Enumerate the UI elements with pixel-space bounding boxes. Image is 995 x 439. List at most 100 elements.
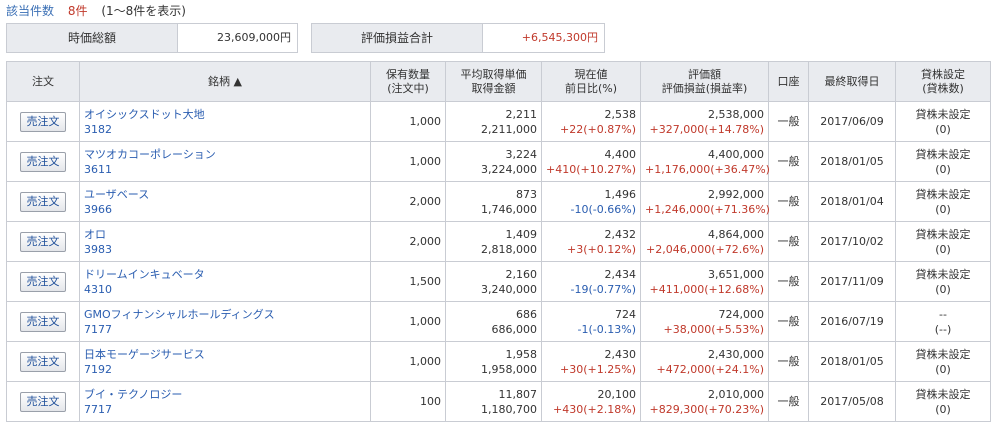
valuation-pl: +2,046,000(+72.6%): [646, 242, 764, 256]
table-row: 売注文 ドリームインキュベータ 4310 1,500 2,160 3,240,000 2,4…: [6, 261, 991, 302]
result-count: 該当件数 8件 (1～8件を表示): [6, 3, 186, 19]
value-cell: 2,538,000 +327,000(+14.78%): [640, 101, 769, 142]
current-price: 4,400: [604, 147, 637, 161]
cost-total: 3,224,000: [481, 162, 537, 176]
account-type: 一般: [777, 195, 800, 208]
last-acquired-date: 2017/05/08: [820, 395, 884, 408]
sell-order-button[interactable]: 売注文: [20, 111, 66, 132]
account-cell: 一般: [768, 181, 809, 222]
lend-setting: --: [939, 307, 947, 321]
value-cell: 2,010,000 +829,300(+70.23%): [640, 381, 769, 422]
price-change: -10(-0.66%): [570, 202, 636, 216]
lend-setting: 貸株未設定: [915, 147, 971, 161]
qty-cell: 2,000: [370, 181, 446, 222]
current-price: 724: [615, 307, 636, 321]
lend-cell: -- (--): [895, 301, 991, 342]
sell-order-button[interactable]: 売注文: [20, 311, 66, 332]
stock-cell: オロ 3983: [79, 221, 371, 262]
col-value: 評価額 評価損益(損益率): [640, 61, 769, 102]
price-cell: 20,100 +430(+2.18%): [541, 381, 641, 422]
stock-name-link[interactable]: オロ: [84, 227, 366, 242]
order-cell: 売注文: [6, 141, 80, 182]
result-range: (1～8件を表示): [101, 4, 186, 18]
sell-order-button[interactable]: 売注文: [20, 191, 66, 212]
pl-total-value: +6,545,300円: [483, 24, 604, 52]
price-cell: 2,434 -19(-0.77%): [541, 261, 641, 302]
valuation-pl: +1,176,000(+36.47%): [645, 162, 770, 176]
date-cell: 2017/06/09: [808, 101, 896, 142]
stock-code: 3966: [84, 202, 112, 216]
lend-count: (0): [935, 122, 951, 136]
stock-code: 7177: [84, 322, 112, 336]
date-cell: 2018/01/05: [808, 341, 896, 382]
stock-name-link[interactable]: ドリームインキュベータ: [84, 267, 366, 282]
price-cell: 1,496 -10(-0.66%): [541, 181, 641, 222]
lend-count: (0): [935, 202, 951, 216]
stock-name-link[interactable]: 日本モーゲージサービス: [84, 347, 366, 362]
price-change: +430(+2.18%): [553, 402, 636, 416]
valuation: 4,864,000: [708, 227, 764, 241]
cost-cell: 3,224 3,224,000: [445, 141, 542, 182]
lend-setting: 貸株未設定: [915, 187, 971, 201]
cost-cell: 2,211 2,211,000: [445, 101, 542, 142]
stock-code: 4310: [84, 282, 112, 296]
sell-order-button[interactable]: 売注文: [20, 151, 66, 172]
last-acquired-date: 2017/10/02: [820, 235, 884, 248]
stock-cell: 日本モーゲージサービス 7192: [79, 341, 371, 382]
stock-cell: ドリームインキュベータ 4310: [79, 261, 371, 302]
order-cell: 売注文: [6, 301, 80, 342]
col-qty: 保有数量 (注文中): [370, 61, 446, 102]
cost-total: 686,000: [491, 322, 538, 336]
lend-count: (0): [935, 402, 951, 416]
account-type: 一般: [777, 315, 800, 328]
qty: 1,000: [409, 315, 442, 328]
lend-cell: 貸株未設定 (0): [895, 261, 991, 302]
col-name-sort[interactable]: 銘柄 ▲: [79, 61, 371, 102]
sell-order-button[interactable]: 売注文: [20, 231, 66, 252]
avg-cost: 686: [516, 307, 537, 321]
lend-cell: 貸株未設定 (0): [895, 181, 991, 222]
stock-name-link[interactable]: ブイ・テクノロジー: [84, 387, 366, 402]
cost-cell: 2,160 3,240,000: [445, 261, 542, 302]
lend-cell: 貸株未設定 (0): [895, 141, 991, 182]
valuation-pl: +411,000(+12.68%): [649, 282, 764, 296]
valuation-pl: +38,000(+5.53%): [663, 322, 764, 336]
price-change: +410(+10.27%): [546, 162, 636, 176]
table-row: 売注文 ユーザベース 3966 2,000 873 1,746,000 1,496 -10(-…: [6, 181, 991, 222]
lend-count: (0): [935, 362, 951, 376]
stock-code: 3182: [84, 122, 112, 136]
account-cell: 一般: [768, 101, 809, 142]
sell-order-button[interactable]: 売注文: [20, 351, 66, 372]
sell-order-button[interactable]: 売注文: [20, 271, 66, 292]
valuation: 2,992,000: [708, 187, 764, 201]
stock-name-link[interactable]: GMOフィナンシャルホールディングス: [84, 307, 366, 322]
stock-cell: マツオカコーポレーション 3611: [79, 141, 371, 182]
stock-code: 7717: [84, 402, 112, 416]
valuation: 2,430,000: [708, 347, 764, 361]
lend-count: (0): [935, 162, 951, 176]
lend-cell: 貸株未設定 (0): [895, 101, 991, 142]
sell-order-button[interactable]: 売注文: [20, 391, 66, 412]
current-price: 2,432: [604, 227, 637, 241]
stock-code: 3983: [84, 242, 112, 256]
qty: 1,500: [409, 275, 442, 288]
stock-code: 7192: [84, 362, 112, 376]
date-cell: 2017/10/02: [808, 221, 896, 262]
account-cell: 一般: [768, 381, 809, 422]
date-cell: 2016/07/19: [808, 301, 896, 342]
stock-name-link[interactable]: オイシックスドット大地: [84, 107, 366, 122]
valuation-pl: +472,000(+24.1%): [656, 362, 764, 376]
account-cell: 一般: [768, 341, 809, 382]
col-order: 注文: [6, 61, 80, 102]
account-type: 一般: [777, 115, 800, 128]
result-count-value: 8件: [67, 4, 88, 18]
stock-name-link[interactable]: マツオカコーポレーション: [84, 147, 366, 162]
price-cell: 4,400 +410(+10.27%): [541, 141, 641, 182]
valuation: 2,010,000: [708, 387, 764, 401]
value-cell: 4,864,000 +2,046,000(+72.6%): [640, 221, 769, 262]
price-cell: 2,538 +22(+0.87%): [541, 101, 641, 142]
account-cell: 一般: [768, 301, 809, 342]
lend-count: (--): [934, 322, 952, 336]
stock-name-link[interactable]: ユーザベース: [84, 187, 366, 202]
cost-total: 3,240,000: [481, 282, 537, 296]
